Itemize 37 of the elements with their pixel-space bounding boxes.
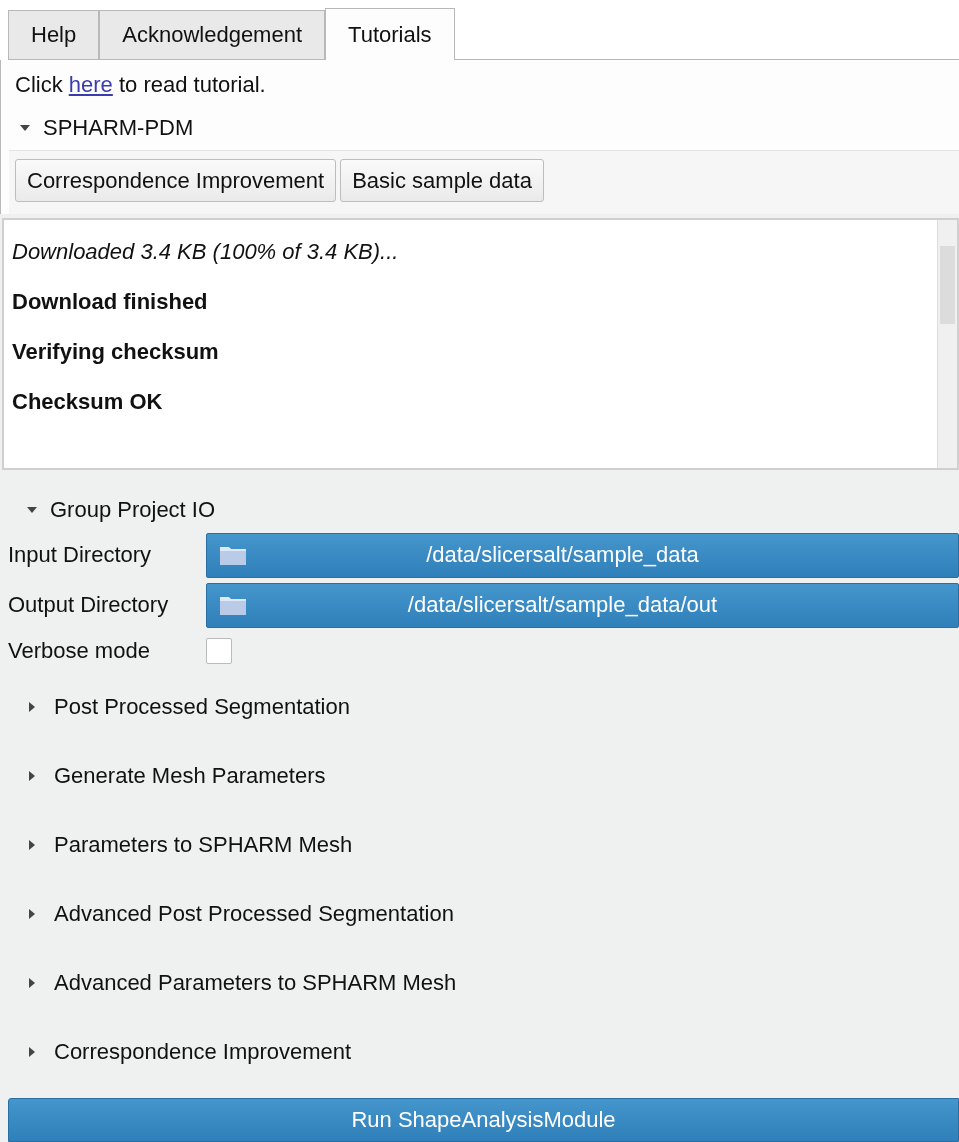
section-title: Post Processed Segmentation <box>54 693 350 720</box>
log-line: Downloaded 3.4 KB (100% of 3.4 KB)... <box>12 238 400 266</box>
tutorial-text: Click here to read tutorial. <box>15 71 266 99</box>
section-header[interactable]: Advanced Parameters to SPHARM Mesh <box>8 948 959 1017</box>
section-title: Generate Mesh Parameters <box>54 762 326 789</box>
directory-button[interactable]: /data/slicersalt/sample_data <box>206 532 959 578</box>
log-line: Download finished <box>12 288 209 316</box>
section-title: SPHARM-PDM <box>43 115 194 141</box>
section-title: Group Project IO <box>50 497 216 523</box>
section-header[interactable]: SPHARM-PDM <box>15 106 959 150</box>
section-title: Advanced Parameters to SPHARM Mesh <box>54 969 457 996</box>
section-header[interactable]: Parameters to SPHARM Mesh <box>8 810 959 879</box>
log-line: Verifying checksum <box>12 338 220 366</box>
tab[interactable]: Acknowledgement <box>99 10 326 60</box>
sample-data-button[interactable]: Correspondence Improvement <box>15 159 337 202</box>
folder-icon <box>219 544 247 566</box>
field-label: Output Directory <box>8 592 170 618</box>
tab[interactable]: Tutorials <box>325 8 455 60</box>
section-title: Parameters to SPHARM Mesh <box>54 831 353 858</box>
log-line: Checksum OK <box>12 388 164 416</box>
sample-data-button[interactable]: Basic sample data <box>340 159 544 202</box>
section-title: Correspondence Improvement <box>54 1038 352 1065</box>
checkbox[interactable] <box>206 638 232 664</box>
scrollbar[interactable] <box>937 220 957 468</box>
section-header[interactable]: Correspondence Improvement <box>8 1017 959 1086</box>
tab[interactable]: Help <box>8 10 100 60</box>
run-button[interactable]: Run ShapeAnalysisModule <box>8 1098 959 1142</box>
section-title: Advanced Post Processed Segmentation <box>54 900 454 927</box>
directory-button[interactable]: /data/slicersalt/sample_data/out <box>206 582 959 628</box>
section-header[interactable]: Group Project IO <box>8 490 959 530</box>
section-header[interactable]: Generate Mesh Parameters <box>8 741 959 810</box>
field-label: Input Directory <box>8 542 153 568</box>
tutorial-link[interactable]: here <box>68 72 113 97</box>
folder-icon <box>219 594 247 616</box>
field-label: Verbose mode <box>8 638 151 664</box>
section-header[interactable]: Post Processed Segmentation <box>8 672 959 741</box>
section-header[interactable]: Advanced Post Processed Segmentation <box>8 879 959 948</box>
